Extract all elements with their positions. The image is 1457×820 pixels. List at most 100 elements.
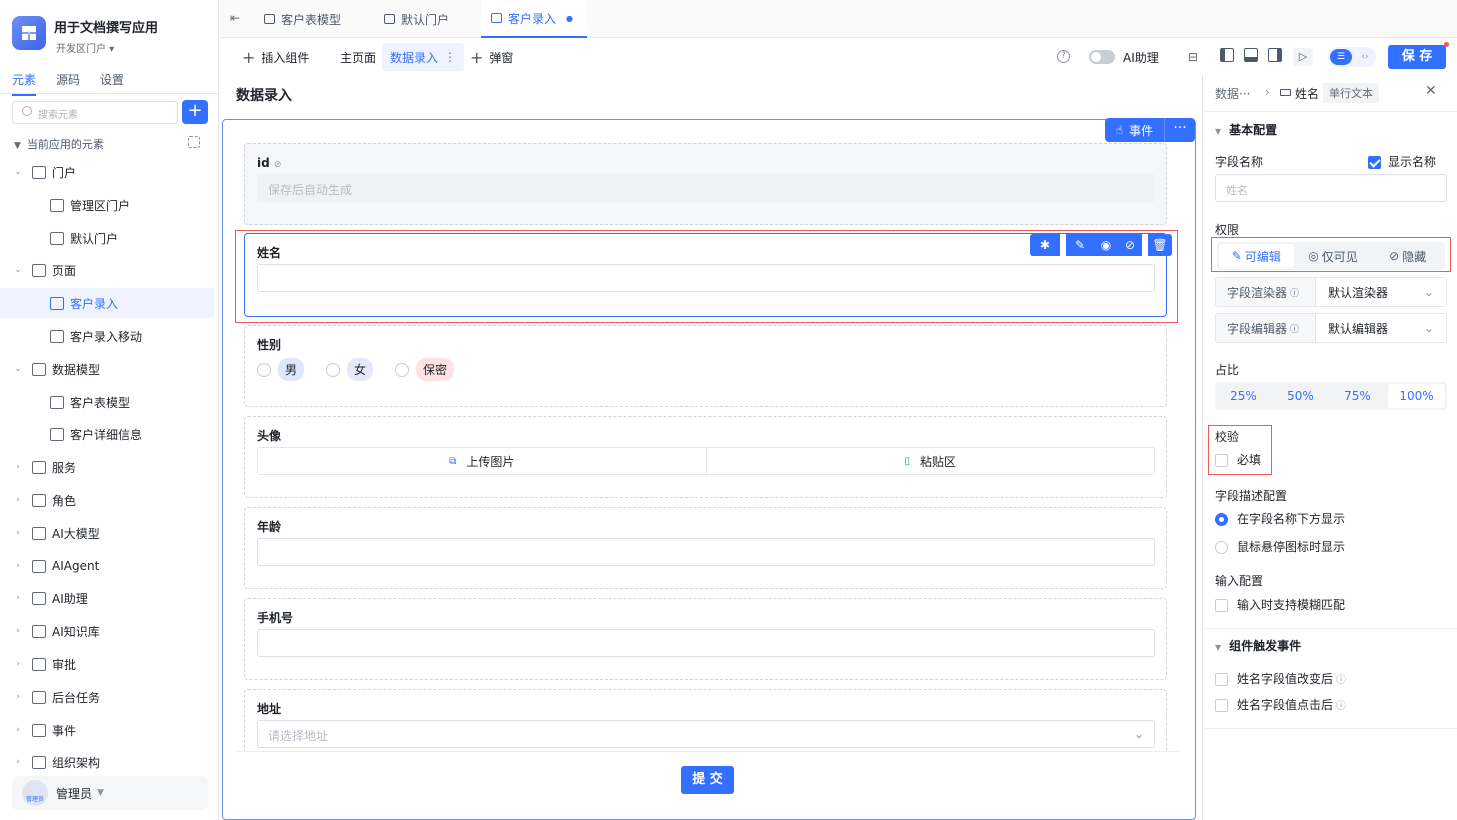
code-view-icon[interactable]: ‹› (1356, 49, 1374, 65)
tab-customer-model[interactable]: 客户表模型 (254, 0, 351, 38)
tree-header[interactable]: ▼ 当前应用的元素 (14, 136, 104, 152)
tree-item[interactable]: 客户表模型 (0, 387, 214, 417)
tree-item[interactable]: 客户录入移动 (0, 321, 214, 351)
checkbox[interactable] (1215, 673, 1228, 686)
radio-checked[interactable] (1215, 513, 1228, 526)
app-subtitle-dropdown[interactable]: 开发区门户 ▾ (56, 40, 114, 55)
tree-item[interactable]: › AIAgent (0, 551, 214, 581)
tree-item[interactable]: › 角色 (0, 485, 214, 515)
collapse-sidebar-icon[interactable]: ⇤ (230, 11, 240, 25)
data-entry-tab[interactable]: 数据录入 ⋮ (382, 43, 465, 71)
phone-input[interactable] (257, 629, 1155, 657)
ratio-25[interactable]: 25% (1215, 382, 1272, 410)
chevron-right-icon[interactable]: › (12, 659, 24, 669)
tree-node-icon (32, 624, 46, 638)
save-button[interactable]: 保 存 (1388, 45, 1446, 69)
popup-button[interactable]: + 弹窗 (470, 39, 513, 75)
chevron-right-icon[interactable]: › (12, 462, 24, 472)
tree-node-icon (50, 296, 64, 310)
bottom-panel-icon[interactable] (1244, 48, 1258, 62)
tab-customer-entry[interactable]: 客户录入 ● (481, 0, 587, 38)
submit-button[interactable]: 提 交 (681, 766, 734, 794)
field-phone[interactable]: 手机号 (244, 598, 1167, 680)
tree-item[interactable]: › 事件 (0, 715, 214, 745)
add-element-button[interactable]: + (182, 100, 208, 124)
tree-item[interactable]: 默认门户 (0, 223, 214, 253)
show-name-checkbox[interactable]: 显示名称 (1368, 153, 1436, 170)
main-page-tab[interactable]: 主页面 (340, 39, 376, 75)
tree-item[interactable]: › 审批 (0, 649, 214, 679)
events-header[interactable]: ▼ 组件触发事件 (1215, 637, 1301, 654)
more-vert-icon[interactable]: ⋮ (444, 50, 456, 64)
chevron-down-icon[interactable]: ⌄ (12, 167, 24, 177)
event-button[interactable]: ☝ 事件 (1105, 118, 1164, 142)
tab-default-portal[interactable]: 默认门户 (374, 0, 459, 38)
tree-item[interactable]: › 服务 (0, 452, 214, 482)
tree-item[interactable]: 管理区门户 (0, 190, 214, 220)
tree-item[interactable]: › AI助理 (0, 583, 214, 613)
field-age[interactable]: 年龄 (244, 507, 1167, 589)
chevron-right-icon[interactable]: › (12, 495, 24, 505)
close-icon[interactable]: ✕ (1425, 83, 1437, 99)
chevron-right-icon[interactable]: › (12, 528, 24, 538)
ai-assist-toggle[interactable]: AI助理 (1089, 39, 1159, 75)
desc-option-hover[interactable]: 鼠标悬停图标时显示 (1215, 538, 1345, 555)
address-select[interactable]: 请选择地址 ⌄ (257, 720, 1155, 748)
editor-select[interactable]: 字段编辑器 ⓘ 默认编辑器 ⌄ (1215, 313, 1447, 343)
renderer-select[interactable]: 字段渲染器 ⓘ 默认渲染器 ⌄ (1215, 277, 1447, 307)
event-change-checkbox[interactable]: 姓名字段值改变后 ⓘ (1215, 670, 1346, 687)
field-avatar[interactable]: 头像 ⧉ 上传图片 ▯ 粘贴区 (244, 416, 1167, 498)
ratio-100[interactable]: 100% (1388, 384, 1445, 408)
user-menu[interactable]: 管理员 管理员 ▼ (12, 776, 208, 810)
locate-icon[interactable] (188, 136, 200, 148)
tree-item[interactable]: ⌄ 门户 (0, 157, 214, 187)
toggle-switch[interactable] (1089, 50, 1115, 64)
chevron-down-icon[interactable]: ⌄ (12, 265, 24, 275)
age-input[interactable] (257, 538, 1155, 566)
radio[interactable] (1215, 541, 1228, 554)
design-view-icon[interactable]: ☰ (1330, 49, 1352, 65)
tree-item[interactable]: 客户详细信息 (0, 419, 214, 449)
event-click-checkbox[interactable]: 姓名字段值点击后 ⓘ (1215, 696, 1346, 713)
ratio-50[interactable]: 50% (1272, 382, 1329, 410)
checkbox[interactable] (1215, 599, 1228, 612)
breadcrumb[interactable]: 数据··· (1215, 85, 1250, 102)
tree-item[interactable]: › AI大模型 (0, 518, 214, 548)
radio-male[interactable]: 男 (257, 358, 305, 381)
checkbox[interactable] (1215, 699, 1228, 712)
field-name-input[interactable]: 姓名 (1215, 174, 1447, 202)
radio-female[interactable]: 女 (326, 358, 374, 381)
field-gender[interactable]: 性别 男 女 保密 (244, 325, 1167, 407)
info-icon: ⓘ (1290, 288, 1300, 299)
paste-area[interactable]: ▯ 粘贴区 (705, 448, 1155, 474)
radio-secret[interactable]: 保密 (395, 358, 455, 381)
tree-item[interactable]: › AI知识库 (0, 616, 214, 646)
right-panel-icon[interactable] (1268, 48, 1282, 62)
chevron-right-icon[interactable]: › (12, 593, 24, 603)
upload-image-button[interactable]: ⧉ 上传图片 (258, 448, 706, 474)
checkbox-checked[interactable] (1368, 156, 1381, 169)
tree-item[interactable]: › 后台任务 (0, 682, 214, 712)
chevron-right-icon[interactable]: › (12, 626, 24, 636)
left-panel-icon[interactable] (1220, 48, 1234, 62)
tree-item[interactable]: ⌄ 页面 (0, 255, 214, 285)
basic-config-header[interactable]: ▼ 基本配置 (1215, 121, 1277, 138)
tree-item[interactable]: › 组织架构 (0, 747, 214, 777)
field-id[interactable]: id ⊘ 保存后自动生成 (244, 143, 1167, 225)
help-icon[interactable]: ? (1057, 50, 1070, 63)
more-button[interactable]: ··· (1164, 118, 1195, 142)
chevron-right-icon[interactable]: › (12, 561, 24, 571)
tree-item[interactable]: 客户录入 (0, 288, 214, 318)
tree-item[interactable]: ⌄ 数据模型 (0, 354, 214, 384)
desc-option-below[interactable]: 在字段名称下方显示 (1215, 510, 1345, 527)
chevron-right-icon[interactable]: › (12, 757, 24, 767)
insert-component-button[interactable]: + 插入组件 (242, 39, 309, 75)
fuzzy-match-checkbox[interactable]: 输入时支持模糊匹配 (1215, 596, 1345, 613)
chevron-right-icon[interactable]: › (12, 692, 24, 702)
layout-icon[interactable]: ⊟ (1188, 50, 1198, 64)
search-input[interactable]: 搜索元素 (12, 101, 178, 124)
preview-icon[interactable]: ▷ (1293, 48, 1313, 66)
ratio-75[interactable]: 75% (1329, 382, 1386, 410)
chevron-right-icon[interactable]: › (12, 725, 24, 735)
chevron-down-icon[interactable]: ⌄ (12, 364, 24, 374)
